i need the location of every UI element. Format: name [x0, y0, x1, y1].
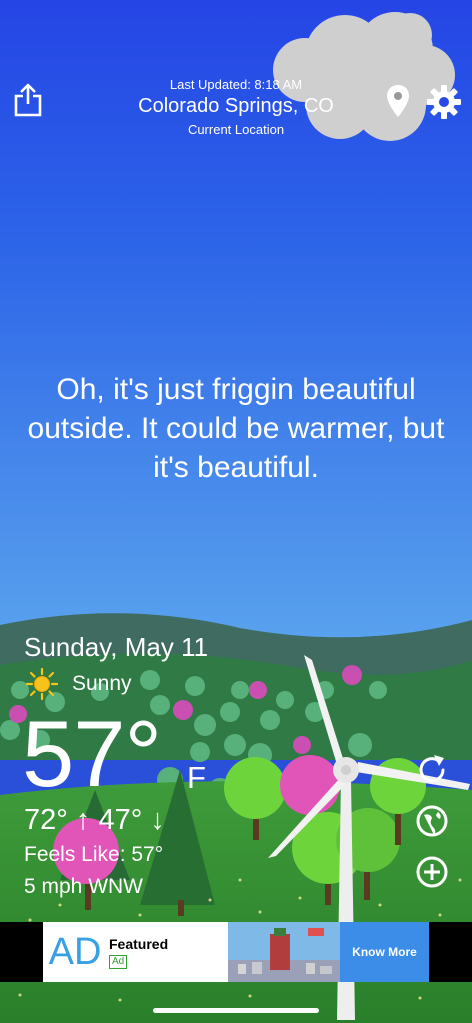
location-button[interactable] [386, 84, 410, 118]
ad-image [228, 922, 340, 982]
ad-badge: Ad [109, 955, 128, 969]
feels-like: Feels Like: 57° [24, 843, 164, 866]
ad-logo: AD [48, 931, 102, 973]
ad-title: Featured [109, 936, 169, 952]
refresh-icon [419, 755, 445, 783]
current-temperature: 57° [22, 701, 162, 806]
gear-icon [427, 85, 461, 119]
settings-button[interactable] [426, 84, 462, 120]
add-location-button[interactable] [414, 854, 450, 890]
weather-scene-background [0, 0, 472, 1023]
map-pin-icon [387, 85, 409, 117]
home-indicator[interactable] [153, 1008, 319, 1013]
plus-circle-icon [416, 856, 448, 888]
refresh-button[interactable] [414, 752, 450, 788]
globe-button[interactable] [414, 803, 450, 839]
globe-icon [416, 805, 448, 837]
location-label: Current Location [187, 122, 285, 137]
ad-cta-button[interactable]: Know More [340, 922, 429, 982]
wind-info: 5 mph WNW [24, 875, 144, 898]
weather-message: Oh, it's just friggin beautiful outside.… [27, 373, 445, 484]
date-label: Sunday, May 11 [24, 632, 209, 662]
temperature-unit[interactable]: F [187, 760, 206, 796]
sun-icon [26, 668, 58, 700]
high-low-temperature: 72° ↑ 47° ↓ [24, 804, 165, 836]
condition-label: Sunny [72, 672, 132, 695]
